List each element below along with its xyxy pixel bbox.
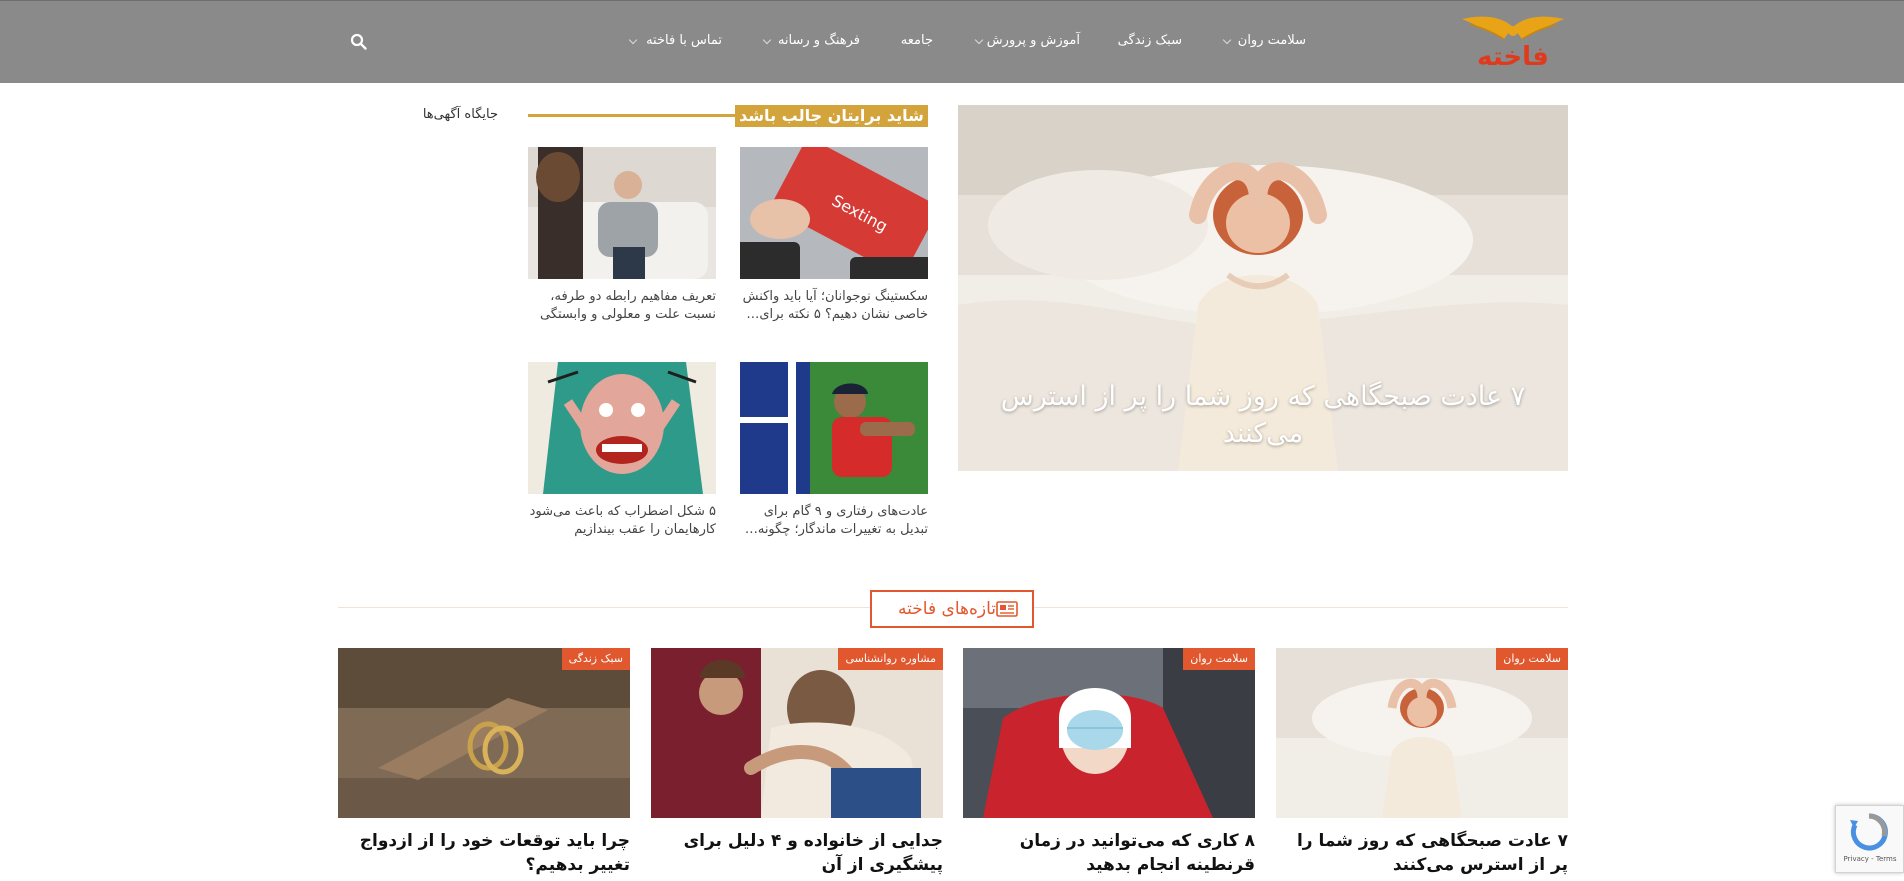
suggestion-caption[interactable]: ۵ شکل اضطراب که باعث می‌شود کارهایمان را… xyxy=(528,503,716,539)
latest-card-image[interactable] xyxy=(1276,648,1568,818)
hero-title[interactable]: ۷ عادت صبحگاهی که روز شما را پر از استرس… xyxy=(990,378,1536,452)
nav-education[interactable]: آموزش و پرورش xyxy=(987,33,1080,48)
latest-card-title[interactable]: جدایی از خانواده و ۴ دلیل برای پیشگیری ا… xyxy=(651,829,943,877)
category-badge[interactable]: مشاوره روانشناسی xyxy=(838,648,943,670)
suggestion-thumb[interactable]: Sexting xyxy=(740,147,928,279)
suggestions-heading: شاید برایتان جالب باشد xyxy=(735,105,928,127)
suggestion-thumb[interactable] xyxy=(740,362,928,494)
suggestion-thumb[interactable] xyxy=(528,147,716,279)
nav-mental-health[interactable]: سلامت روان xyxy=(1238,33,1306,48)
suggestion-caption[interactable]: سکستینگ نوجوانان؛ آیا باید واکنش خاصی نش… xyxy=(740,288,928,324)
site-logo[interactable]: فاخته xyxy=(1460,13,1566,73)
latest-card-image[interactable] xyxy=(651,648,943,818)
latest-card-image[interactable] xyxy=(963,648,1255,818)
suggestion-caption[interactable]: تعریف مفاهیم رابطه دو طرفه، نسبت علت و م… xyxy=(528,288,716,324)
latest-heading: تازه‌های فاخته xyxy=(898,599,996,619)
latest-card-title[interactable]: چرا باید توقعات خود را از ازدواج تغییر ب… xyxy=(338,829,630,877)
suggestion-thumb[interactable] xyxy=(528,362,716,494)
nav-society[interactable]: جامعه xyxy=(901,33,933,48)
section-divider xyxy=(528,114,736,117)
nav-contact[interactable]: تماس با فاخته xyxy=(646,33,722,48)
suggestion-caption[interactable]: عادت‌های رفتاری و ۹ گام برای تبدیل به تغ… xyxy=(740,503,928,539)
category-badge[interactable]: سبک زندگی xyxy=(561,648,630,670)
category-badge[interactable]: سلامت روان xyxy=(1496,648,1568,670)
site-header: فاخته سلامت روان سبک زندگی آموزش و پرورش… xyxy=(0,0,1904,83)
recaptcha-icon xyxy=(1850,813,1888,851)
newspaper-icon xyxy=(996,601,1018,617)
nav-culture-media[interactable]: فرهنگ و رسانه xyxy=(778,33,860,48)
latest-card-image[interactable] xyxy=(338,648,630,818)
chevron-down-icon xyxy=(628,35,638,45)
latest-card-title[interactable]: ۸ کاری که می‌توانید در زمان قرنطینه انجا… xyxy=(963,829,1255,877)
ads-heading: جایگاه آگهی‌ها xyxy=(422,107,498,122)
chevron-down-icon xyxy=(1222,35,1232,45)
chevron-down-icon xyxy=(762,35,772,45)
latest-card-title[interactable]: ۷ عادت صبحگاهی که روز شما را پر از استرس… xyxy=(1276,829,1568,877)
recaptcha-links[interactable]: Privacy - Terms xyxy=(1839,855,1901,863)
nav-lifestyle[interactable]: سبک زندگی xyxy=(1118,33,1182,48)
chevron-down-icon xyxy=(974,35,984,45)
search-icon[interactable] xyxy=(350,33,368,51)
category-badge[interactable]: سلامت روان xyxy=(1183,648,1255,670)
logo-text: فاخته xyxy=(1477,42,1549,72)
